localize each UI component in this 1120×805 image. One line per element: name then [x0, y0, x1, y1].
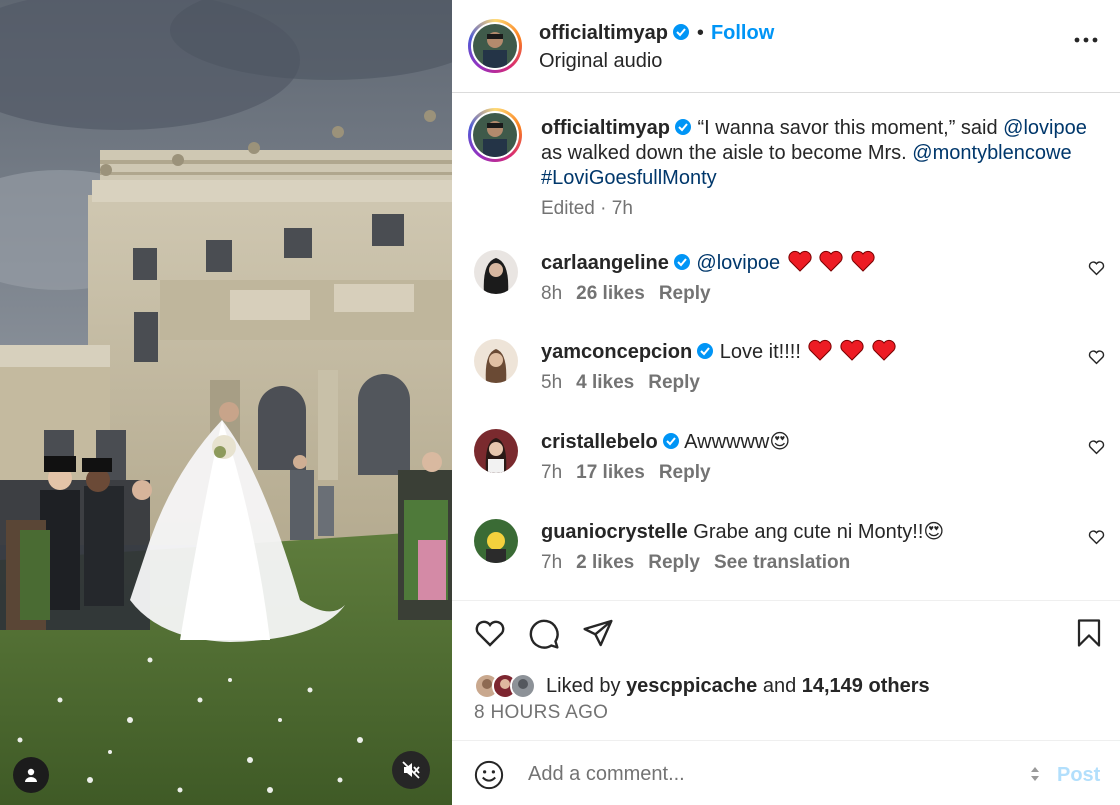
author-username[interactable]: officialtimyap — [539, 22, 668, 44]
add-comment-bar: Post — [452, 740, 1120, 805]
comment-time: 7h — [541, 462, 563, 483]
post-details-panel: officialtimyap • Follow Original audio off… — [452, 0, 1120, 805]
user-icon — [25, 768, 37, 782]
post-timestamp: 8 HOURS AGO — [474, 702, 609, 723]
like-comment-icon[interactable] — [1088, 349, 1105, 365]
comment-username[interactable]: guaniocrystelle — [541, 521, 688, 543]
likes-summary[interactable]: Liked by yescppicache and 14,149 others — [474, 673, 930, 699]
like-comment-icon[interactable] — [1088, 439, 1105, 455]
post-header: officialtimyap • Follow Original audio — [452, 0, 1120, 93]
more-options-icon[interactable] — [1074, 36, 1098, 44]
red-heart-emoji-icon — [819, 250, 843, 272]
comment-text: Love it!!!! — [719, 341, 801, 363]
comment-likes[interactable]: 26 likes — [576, 283, 645, 304]
comment-likes[interactable]: 17 likes — [576, 462, 645, 483]
caption-part: “I wanna savor this moment,” said — [691, 117, 1004, 139]
verified-badge-icon — [697, 343, 714, 359]
verified-badge-icon — [672, 24, 689, 40]
caption-edited-time: Edited · 7h — [541, 198, 633, 219]
heart-emoji-group — [786, 250, 875, 274]
comment-icon[interactable] — [528, 618, 560, 650]
emoji-picker-icon[interactable] — [474, 760, 504, 790]
comment-time: 8h — [541, 283, 563, 304]
wedding-photo — [0, 0, 452, 805]
speaker-muted-icon — [402, 761, 420, 779]
red-heart-emoji-icon — [808, 339, 833, 361]
separator-dot: • — [696, 22, 704, 44]
reply-button[interactable]: Reply — [659, 462, 711, 483]
tagged-users-button[interactable] — [13, 757, 49, 793]
author-avatar[interactable] — [468, 19, 522, 73]
post-media[interactable] — [0, 0, 452, 805]
liked-by-middle: and — [757, 674, 802, 697]
see-translation-button[interactable]: See translation — [714, 552, 850, 573]
original-audio-link[interactable]: Original audio — [539, 50, 662, 73]
caption-username[interactable]: officialtimyap — [541, 117, 670, 139]
comment-text: Awwwww — [684, 431, 770, 453]
commenter-avatar[interactable] — [474, 429, 518, 473]
caption-text: officialtimyap “I wanna savor this momen… — [541, 116, 1101, 191]
commenter-avatar[interactable] — [474, 339, 518, 383]
heart-emoji-group — [806, 339, 896, 363]
liked-by-prefix: Liked by — [546, 674, 627, 697]
comment-username[interactable]: cristallebelo — [541, 431, 658, 453]
mute-button[interactable] — [392, 751, 430, 789]
verified-badge-icon — [673, 254, 690, 270]
like-comment-icon[interactable] — [1088, 529, 1105, 545]
commenter-avatar[interactable] — [474, 519, 518, 563]
reply-button[interactable]: Reply — [648, 372, 700, 393]
caption-part: as walked down the aisle to become Mrs. — [541, 142, 913, 164]
comment-item: cristallebelo Awwwww😍 7h 17 likes Reply — [452, 429, 1120, 509]
like-icon[interactable] — [474, 618, 506, 648]
reply-button[interactable]: Reply — [659, 283, 711, 304]
save-bookmark-icon[interactable] — [1076, 618, 1102, 648]
heart-eyes-emoji: 😍 — [923, 521, 945, 543]
mention-lovipoe[interactable]: @lovipoe — [1003, 117, 1087, 139]
caption-author-avatar[interactable] — [468, 108, 522, 162]
liked-by-user[interactable]: yescppicache — [626, 675, 757, 697]
comment-text: Grabe ang cute ni Monty!! — [693, 521, 924, 543]
comment-likes[interactable]: 4 likes — [576, 372, 634, 393]
resize-handle-icon[interactable] — [1030, 766, 1040, 782]
likes-count[interactable]: 14,149 others — [802, 675, 930, 697]
comment-item: carlaangeline @lovipoe 8h 26 likes Reply — [452, 250, 1120, 330]
follow-button[interactable]: Follow — [711, 22, 774, 44]
red-heart-emoji-icon — [788, 250, 812, 272]
reply-button[interactable]: Reply — [648, 552, 700, 573]
red-heart-emoji-icon — [871, 339, 896, 361]
liker-avatar — [510, 673, 536, 699]
share-icon[interactable] — [582, 618, 614, 648]
comment-username[interactable]: yamconcepcion — [541, 341, 692, 363]
comment-item: yamconcepcion Love it!!!! 5h 4 likes Reply — [452, 339, 1120, 419]
mention-montyblencowe[interactable]: @montyblencowe — [912, 142, 1071, 164]
commenter-avatar[interactable] — [474, 250, 518, 294]
comment-username[interactable]: carlaangeline — [541, 252, 669, 274]
red-heart-emoji-icon — [840, 339, 864, 361]
post-comment-button[interactable]: Post — [1057, 764, 1100, 787]
comment-time: 7h — [541, 552, 563, 573]
verified-badge-icon — [662, 433, 679, 449]
comment-likes[interactable]: 2 likes — [576, 552, 634, 573]
comment-input[interactable] — [528, 759, 1008, 789]
verified-badge-icon — [674, 119, 691, 135]
comment-mention[interactable]: @lovipoe — [696, 252, 780, 274]
comment-item: guaniocrystelle Grabe ang cute ni Monty!… — [452, 519, 1120, 599]
like-comment-icon[interactable] — [1088, 260, 1105, 276]
hashtag-link[interactable]: #LoviGoesfullMonty — [541, 167, 717, 189]
red-heart-emoji-icon — [851, 250, 875, 272]
heart-eyes-emoji: 😍 — [769, 431, 791, 453]
comment-time: 5h — [541, 372, 563, 393]
